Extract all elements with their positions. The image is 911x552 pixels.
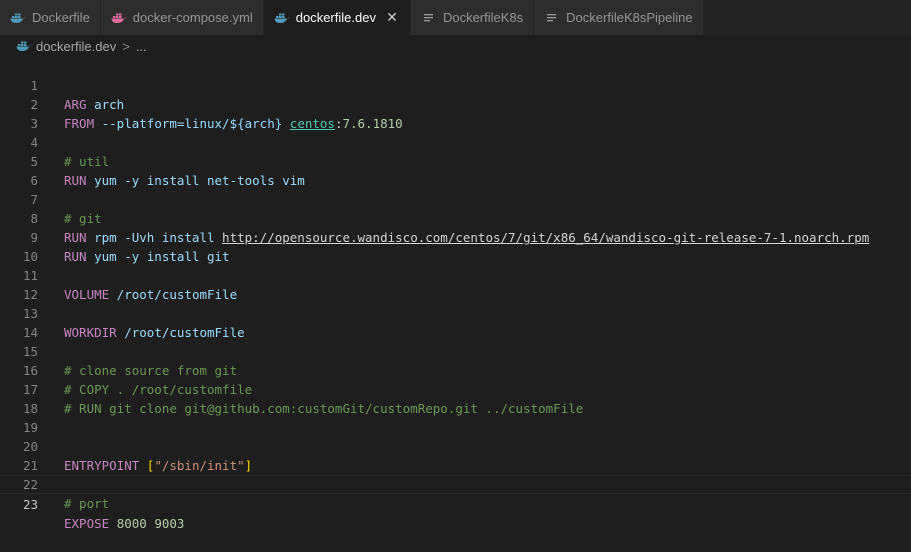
code-line: 15 # clone source from git <box>0 323 911 378</box>
tab-docker-compose[interactable]: docker-compose.yml <box>100 0 264 35</box>
lines-icon <box>544 11 560 25</box>
tab-label: dockerfile.dev <box>295 10 376 25</box>
port-numbers: 8000 9003 <box>116 516 185 531</box>
code-line: 11 VOLUME /root/customFile <box>0 247 911 302</box>
code-line: 21 <box>0 437 911 473</box>
code-line: 20 ENTRYPOINT ["/sbin/init"] <box>0 418 911 473</box>
tab-dockerfile-dev[interactable]: dockerfile.dev ✕ <box>263 0 411 35</box>
code-line: 2 FROM --platform=linux/${arch} centos:7… <box>0 76 911 131</box>
code-line: 5 RUN yum -y install net-tools vim <box>0 133 911 188</box>
tab-dockerfilek8spipeline[interactable]: DockerfileK8sPipeline <box>534 0 704 35</box>
code-line: 13 WORKDIR /root/customFile <box>0 285 911 340</box>
code-line: 1 ARG arch <box>0 57 911 112</box>
code-line: 6 <box>0 152 911 188</box>
code-line: 22 # port <box>0 456 911 511</box>
docker-compose-icon <box>111 11 127 25</box>
code-line: 8 RUN rpm -Uvh install http://opensource… <box>0 190 911 245</box>
code-line: 14 <box>0 304 911 340</box>
tab-label: Dockerfile <box>32 10 90 25</box>
code-line: 19 <box>0 399 911 435</box>
tab-label: DockerfileK8sPipeline <box>566 10 693 25</box>
code-editor[interactable]: 1 ARG arch 2 FROM --platform=linux/${arc… <box>0 57 911 540</box>
code-line: 4 # util <box>0 114 911 169</box>
keyword: EXPOSE <box>64 516 110 531</box>
tab-label: docker-compose.yml <box>132 10 253 25</box>
breadcrumb-separator: > <box>122 38 130 54</box>
docker-icon <box>10 11 26 25</box>
lines-icon <box>421 11 437 25</box>
tab-label: DockerfileK8s <box>442 10 524 25</box>
comment: # port <box>64 496 110 511</box>
code-line: 12 <box>0 266 911 302</box>
code-line: 10 <box>0 228 911 264</box>
code-line: 18 <box>0 380 911 416</box>
breadcrumb: dockerfile.dev > ... <box>0 35 911 57</box>
line-number: 23 <box>22 497 38 512</box>
code-line: 17 # RUN git clone git@github.com:custom… <box>0 361 911 416</box>
code-line-current: 23 EXPOSE 8000 9003 <box>0 475 911 531</box>
code-line: 3 <box>0 95 911 131</box>
code-line: 9 RUN yum -y install git <box>0 209 911 264</box>
close-icon[interactable]: ✕ <box>384 9 400 26</box>
docker-icon <box>16 40 32 53</box>
breadcrumb-more[interactable]: ... <box>136 39 147 54</box>
code-line: 7 # git <box>0 171 911 226</box>
tab-bar: Dockerfile docker-compose.yml dockerfile… <box>0 0 911 35</box>
breadcrumb-file[interactable]: dockerfile.dev <box>36 39 116 54</box>
tab-dockerfile[interactable]: Dockerfile <box>0 0 101 35</box>
docker-icon <box>274 11 290 25</box>
tab-dockerfilek8s[interactable]: DockerfileK8s <box>410 0 535 35</box>
code-line: 16 # COPY . /root/customfile <box>0 342 911 397</box>
